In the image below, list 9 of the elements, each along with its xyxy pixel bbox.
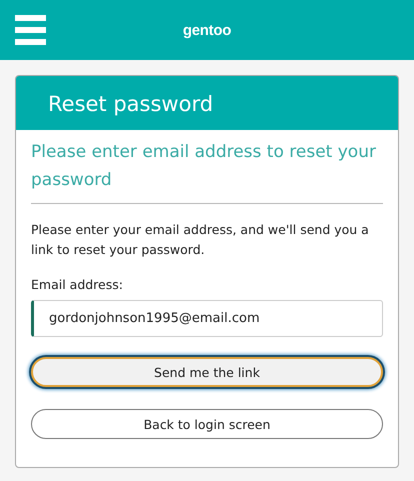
subtitle: Please enter email address to reset your password [31, 130, 383, 204]
send-link-button[interactable]: Send me the link [31, 357, 383, 387]
menu-icon[interactable] [15, 15, 46, 45]
logo: gentoo [182, 22, 232, 38]
field-label: Email address: [31, 276, 124, 294]
card-title: Reset password [16, 76, 398, 130]
description: Please enter your email address, and we'll send you a link to reset your password. [31, 221, 370, 259]
email-field[interactable]: gordonjohnson1995@email.com [31, 300, 383, 337]
back-button[interactable]: Back to login screen [31, 409, 383, 439]
